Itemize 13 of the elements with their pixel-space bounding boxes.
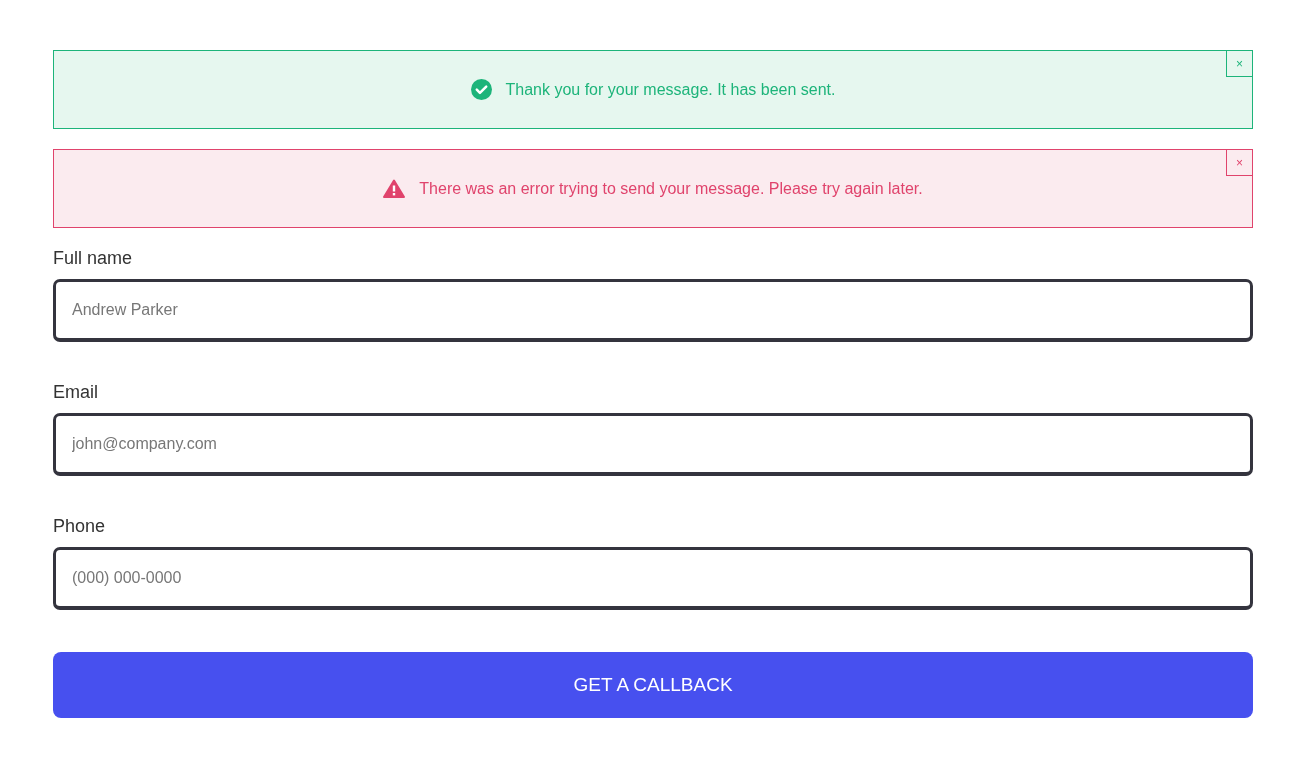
alert-message: There was an error trying to send your message. Please try again later.: [419, 179, 923, 198]
field-label: Full name: [53, 248, 133, 269]
input-field[interactable]: Andrew Parker: [53, 279, 1253, 342]
input-field[interactable]: john@company.com: [53, 413, 1253, 476]
field-label: Email: [53, 382, 98, 403]
submit-button[interactable]: GET A CALLBACK: [53, 652, 1253, 718]
field-label: Phone: [53, 516, 106, 537]
check-circle-icon: [470, 79, 492, 100]
close-button[interactable]: ×: [1226, 149, 1253, 176]
alert-message: Thank you for your message. It has been sent.: [505, 80, 836, 99]
warning-icon: [383, 179, 406, 198]
input-field[interactable]: (000) 000-0000: [53, 547, 1253, 610]
close-button[interactable]: ×: [1226, 50, 1253, 77]
